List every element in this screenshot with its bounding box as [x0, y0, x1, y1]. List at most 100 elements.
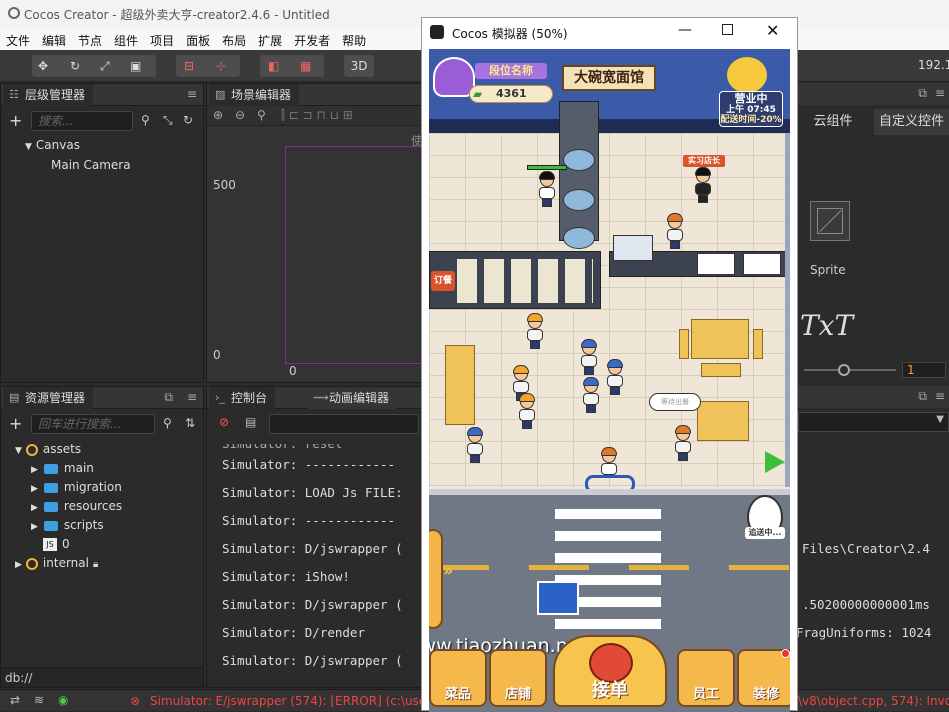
add-asset-icon[interactable]: +: [9, 414, 22, 433]
scale-tool-icon[interactable]: ⤢: [100, 55, 110, 77]
console-line: Simulator: D/render: [222, 625, 365, 640]
customer-character[interactable]: [579, 339, 597, 375]
tree-item-internal[interactable]: ▶ internal 🔒︎: [15, 554, 98, 573]
customer-character[interactable]: [525, 313, 543, 349]
align-icons[interactable]: ⫿ ⊏ ⊐ ⊓ ⊔ ⊞: [281, 108, 353, 123]
move-tool-icon[interactable]: ✥: [38, 55, 48, 77]
panel-popout-icon[interactable]: ⧉: [918, 389, 927, 404]
zoom-slider-track[interactable]: [804, 369, 896, 371]
menu-layout[interactable]: 布局: [216, 28, 252, 49]
zoom-slider-thumb[interactable]: [838, 364, 850, 376]
pivot-icon[interactable]: ⊟: [184, 55, 194, 77]
assets-search-input[interactable]: 回车进行搜索...: [31, 414, 155, 434]
rect-tool-icon[interactable]: ▣: [130, 55, 141, 77]
preview-eye-icon[interactable]: ◉: [58, 693, 68, 707]
cook-character[interactable]: [537, 171, 555, 207]
console-filter-dropdown[interactable]: ▼: [798, 412, 949, 432]
tab-animation-editor[interactable]: ⟿ 动画编辑器: [307, 387, 398, 409]
refresh-icon[interactable]: ⇄: [10, 693, 20, 707]
tab-cloud-components[interactable]: 云组件: [798, 109, 868, 135]
tree-item-main[interactable]: ▶ main: [31, 459, 94, 478]
zoom-out-icon[interactable]: ⊖: [235, 108, 245, 122]
console-icon: ›_: [215, 391, 225, 404]
customer-character[interactable]: [581, 377, 599, 413]
tab-assets[interactable]: ▤ 资源管理器: [3, 387, 94, 409]
panel-menu-icon[interactable]: ≡: [935, 389, 945, 403]
staff-button[interactable]: 员工: [677, 649, 735, 707]
waiter-character[interactable]: [665, 213, 683, 249]
label-component-icon[interactable]: TxT: [800, 309, 853, 342]
panel-menu-icon[interactable]: ≡: [187, 87, 197, 101]
zoom-reset-icon[interactable]: ⚲: [257, 108, 266, 122]
menu-help[interactable]: 帮助: [336, 28, 372, 49]
transform-tools-group: ✥ ↻ ⤢ ▣: [32, 55, 156, 77]
console-filter-input[interactable]: [269, 414, 419, 434]
tree-item-migration[interactable]: ▶ migration: [31, 478, 122, 497]
database-icon[interactable]: ≋: [34, 693, 44, 707]
zoom-in-icon[interactable]: ⊕: [213, 108, 223, 122]
side-drawer-tab[interactable]: [429, 529, 443, 629]
menu-file[interactable]: 文件: [0, 28, 36, 49]
tab-scene-editor[interactable]: ▨ 场景编辑器: [209, 84, 300, 106]
shop-button[interactable]: 店铺: [489, 649, 547, 707]
tree-item-resources[interactable]: ▶ resources: [31, 497, 122, 516]
dishes-button[interactable]: 菜品: [429, 649, 487, 707]
search-icon[interactable]: ⚲: [141, 113, 150, 127]
courier-character[interactable]: [517, 393, 535, 429]
minimize-icon[interactable]: —: [678, 22, 692, 38]
log-file-icon[interactable]: ▤: [245, 415, 256, 429]
local-icon[interactable]: ⊹: [216, 55, 226, 77]
tree-item-scripts[interactable]: ▶ scripts: [31, 516, 104, 535]
snap-icon[interactable]: ◧: [268, 55, 279, 77]
rotate-tool-icon[interactable]: ↻: [70, 55, 80, 77]
menu-board: [697, 253, 735, 275]
tab-console[interactable]: ›_ 控制台: [209, 387, 276, 409]
manager-character[interactable]: [693, 167, 711, 203]
hierarchy-header: ☷ 层级管理器 ≡: [1, 84, 203, 106]
money-icon: ▰: [473, 87, 483, 101]
locate-icon[interactable]: ⤡: [163, 113, 173, 128]
menu-panel[interactable]: 面板: [180, 28, 216, 49]
collapse-arrow-icon: ▶: [15, 560, 22, 570]
tab-custom-controls[interactable]: 自定义控件: [874, 109, 949, 135]
mode-3d-button[interactable]: 3D: [344, 55, 374, 77]
refresh-icon[interactable]: ↻: [183, 113, 193, 127]
grid-icon[interactable]: ▦: [300, 55, 311, 77]
panel-popout-icon[interactable]: ⧉: [918, 86, 927, 101]
panel-menu-icon[interactable]: ≡: [187, 390, 197, 404]
courier-character[interactable]: [673, 425, 691, 461]
panel-menu-icon[interactable]: ≡: [935, 86, 945, 100]
tab-hierarchy[interactable]: ☷ 层级管理器: [3, 84, 94, 106]
customer-character[interactable]: [605, 359, 623, 395]
tree-item-js-0[interactable]: JS 0: [43, 535, 70, 554]
menu-node[interactable]: 节点: [72, 28, 108, 49]
search-icon[interactable]: ⚲: [163, 416, 172, 430]
console-line: Simulator: ------------: [222, 513, 396, 528]
accept-order-button[interactable]: 接单: [553, 635, 667, 707]
right-header: ⧉ ≡: [798, 386, 949, 408]
tree-node-main-camera[interactable]: Main Camera: [51, 156, 131, 175]
sort-icon[interactable]: ⇅: [185, 416, 195, 430]
close-icon[interactable]: ✕: [766, 21, 779, 40]
expand-arrows-icon[interactable]: »: [443, 561, 453, 580]
tree-node-canvas[interactable]: ▼ Canvas: [25, 136, 80, 155]
panel-popout-icon[interactable]: ⧉: [164, 390, 173, 405]
collapse-arrow-icon: ▶: [31, 465, 38, 475]
decorate-button[interactable]: 装修: [737, 649, 790, 707]
menu-edit[interactable]: 编辑: [36, 28, 72, 49]
menu-project[interactable]: 项目: [144, 28, 180, 49]
clear-console-icon[interactable]: ⊘: [219, 415, 229, 429]
tree-item-assets[interactable]: ▼ assets: [15, 440, 81, 459]
hierarchy-search-input[interactable]: 搜索...: [31, 111, 133, 131]
menu-component[interactable]: 组件: [108, 28, 144, 49]
menu-extension[interactable]: 扩展: [252, 28, 288, 49]
business-status: 营业中: [734, 92, 768, 105]
customer-character[interactable]: [465, 427, 483, 463]
add-node-icon[interactable]: +: [9, 111, 22, 130]
sprite-icon[interactable]: [810, 201, 850, 241]
zoom-value-input[interactable]: 1: [902, 362, 946, 378]
menu-developer[interactable]: 开发者: [288, 28, 336, 49]
status-error-text[interactable]: Simulator: E/jswrapper (574): [ERROR] (c…: [150, 694, 456, 708]
maximize-icon[interactable]: [722, 24, 733, 35]
game-viewport[interactable]: 段位名称 4361 ▰ 大碗宽面馆 营业中 上午 07:45 配送时间-20% …: [429, 49, 790, 712]
